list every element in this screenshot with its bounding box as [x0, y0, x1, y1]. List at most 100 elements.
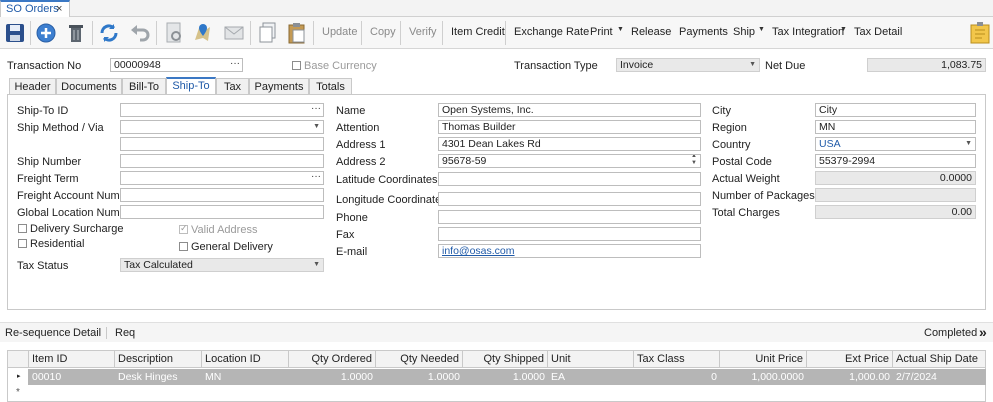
column-header-unit[interactable]: Unit [548, 351, 634, 368]
req-button[interactable]: Req [115, 327, 135, 339]
column-header-description[interactable]: Description [115, 351, 202, 368]
postal-code-field[interactable]: 55379-2994 [815, 154, 976, 168]
tab-totals[interactable]: Totals [309, 78, 352, 94]
new-icon[interactable] [33, 20, 59, 46]
actual-weight-field: 0.0000 [815, 171, 976, 185]
delivery-surcharge-checkbox[interactable] [18, 224, 27, 233]
ship-method-label: Ship Method / Via [17, 122, 104, 134]
ship-button[interactable]: Ship [733, 26, 755, 38]
tax-integration-dropdown-icon[interactable]: ▼ [840, 26, 847, 33]
ship-method-detail-field[interactable] [120, 137, 324, 151]
cell-ship-date[interactable]: 2/7/2024 [893, 369, 986, 385]
tax-detail-button[interactable]: Tax Detail [854, 26, 902, 38]
email-link[interactable]: info@osas.com [442, 245, 515, 257]
row-selector-icon[interactable]: ▸ [17, 372, 21, 380]
name-field[interactable]: Open Systems, Inc. [438, 103, 701, 117]
exchange-rate-button[interactable]: Exchange Rate [514, 26, 589, 38]
city-field[interactable]: City [815, 103, 976, 117]
verify-button[interactable]: Verify [409, 26, 437, 38]
general-delivery-checkbox[interactable] [179, 242, 188, 251]
cell-location-id[interactable]: MN [202, 369, 289, 385]
column-header-item-id[interactable]: Item ID [29, 351, 115, 368]
residential-checkbox[interactable] [18, 239, 27, 248]
column-header-tax-class[interactable]: Tax Class [634, 351, 720, 368]
freight-term-field[interactable]: ··· [120, 171, 324, 185]
packages-label: Number of Packages [712, 190, 815, 202]
paste-icon[interactable] [284, 20, 310, 46]
tab-tax[interactable]: Tax [216, 78, 249, 94]
update-button[interactable]: Update [322, 26, 357, 38]
expand-icon[interactable]: » [979, 324, 987, 340]
column-header-qty-needed[interactable]: Qty Needed [376, 351, 463, 368]
ship-method-select[interactable]: ▼ [120, 120, 324, 134]
preview-icon[interactable] [161, 20, 187, 46]
copy-icon[interactable] [255, 20, 281, 46]
latitude-field[interactable] [438, 172, 701, 186]
tab-payments[interactable]: Payments [249, 78, 309, 94]
notes-icon[interactable] [967, 20, 993, 46]
cell-item-id[interactable]: 00010 [29, 369, 115, 385]
cell-tax-class[interactable]: 0 [634, 369, 720, 385]
lookup-icon[interactable]: ··· [311, 104, 321, 115]
email-field[interactable]: info@osas.com [438, 244, 701, 258]
lookup-icon[interactable]: ··· [311, 172, 321, 183]
tax-status-select[interactable]: Tax Calculated ▼ [120, 258, 324, 272]
cell-qty-ordered[interactable]: 1.0000 [289, 369, 376, 385]
save-icon[interactable] [2, 20, 28, 46]
tab-bill-to[interactable]: Bill-To [122, 78, 166, 94]
new-row-marker[interactable]: * [16, 387, 20, 398]
email-icon[interactable] [221, 20, 247, 46]
region-field[interactable]: MN [815, 120, 976, 134]
tab-ship-to[interactable]: Ship-To [166, 77, 216, 94]
refresh-icon[interactable] [96, 20, 122, 46]
cell-qty-needed[interactable]: 1.0000 [376, 369, 463, 385]
column-header-ship-date[interactable]: Actual Ship Date [893, 351, 986, 368]
copy-button[interactable]: Copy [370, 26, 396, 38]
tab-header[interactable]: Header [9, 78, 56, 94]
ship-number-field[interactable] [120, 154, 324, 168]
resequence-button[interactable]: Re-sequence [5, 327, 70, 339]
fax-field[interactable] [438, 227, 701, 241]
valid-address-checkbox[interactable] [179, 223, 188, 234]
base-currency-checkbox[interactable] [292, 61, 301, 70]
delete-icon[interactable] [63, 20, 89, 46]
column-header-ext-price[interactable]: Ext Price [807, 351, 893, 368]
column-header-qty-shipped[interactable]: Qty Shipped [463, 351, 548, 368]
cell-unit[interactable]: EA [548, 369, 634, 385]
tab-documents[interactable]: Documents [56, 78, 122, 94]
ship-dropdown-icon[interactable]: ▼ [758, 26, 765, 33]
ship-number-label: Ship Number [17, 156, 82, 168]
print-dropdown-icon[interactable]: ▼ [617, 26, 624, 33]
transaction-no-field[interactable]: 00000948 ··· [110, 58, 243, 72]
phone-field[interactable] [438, 210, 701, 224]
spin-icon[interactable]: ▲ ▼ [691, 155, 697, 167]
document-tab-so-orders[interactable]: SO Orders × [0, 0, 70, 17]
undo-icon[interactable] [127, 20, 153, 46]
column-header-qty-ordered[interactable]: Qty Ordered [289, 351, 376, 368]
address2-field[interactable]: 95678-59 ▲ ▼ [438, 154, 701, 168]
cell-description[interactable]: Desk Hinges [115, 369, 202, 385]
transaction-type-select[interactable]: Invoice ▼ [616, 58, 760, 72]
column-header-unit-price[interactable]: Unit Price [720, 351, 807, 368]
tax-integration-button[interactable]: Tax Integration [772, 26, 844, 38]
lookup-icon[interactable]: ··· [230, 59, 240, 70]
detail-button[interactable]: Detail [73, 327, 101, 339]
cell-ext-price[interactable]: 1,000.00 [807, 369, 893, 385]
global-location-field[interactable] [120, 205, 324, 219]
payments-button[interactable]: Payments [679, 26, 728, 38]
country-select[interactable]: USA ▼ [815, 137, 976, 151]
print-button[interactable]: Print [590, 26, 613, 38]
address1-field[interactable]: 4301 Dean Lakes Rd [438, 137, 701, 151]
address1-label: Address 1 [336, 139, 386, 151]
cell-qty-shipped[interactable]: 1.0000 [463, 369, 548, 385]
column-header-location-id[interactable]: Location ID [202, 351, 289, 368]
map-pin-icon[interactable] [190, 20, 216, 46]
release-button[interactable]: Release [631, 26, 671, 38]
item-credit-button[interactable]: Item Credit [451, 26, 505, 38]
attention-field[interactable]: Thomas Builder [438, 120, 701, 134]
freight-account-field[interactable] [120, 188, 324, 202]
cell-unit-price[interactable]: 1,000.0000 [720, 369, 807, 385]
ship-to-id-field[interactable]: ··· [120, 103, 324, 117]
longitude-field[interactable] [438, 192, 701, 206]
close-icon[interactable]: × [56, 3, 62, 15]
